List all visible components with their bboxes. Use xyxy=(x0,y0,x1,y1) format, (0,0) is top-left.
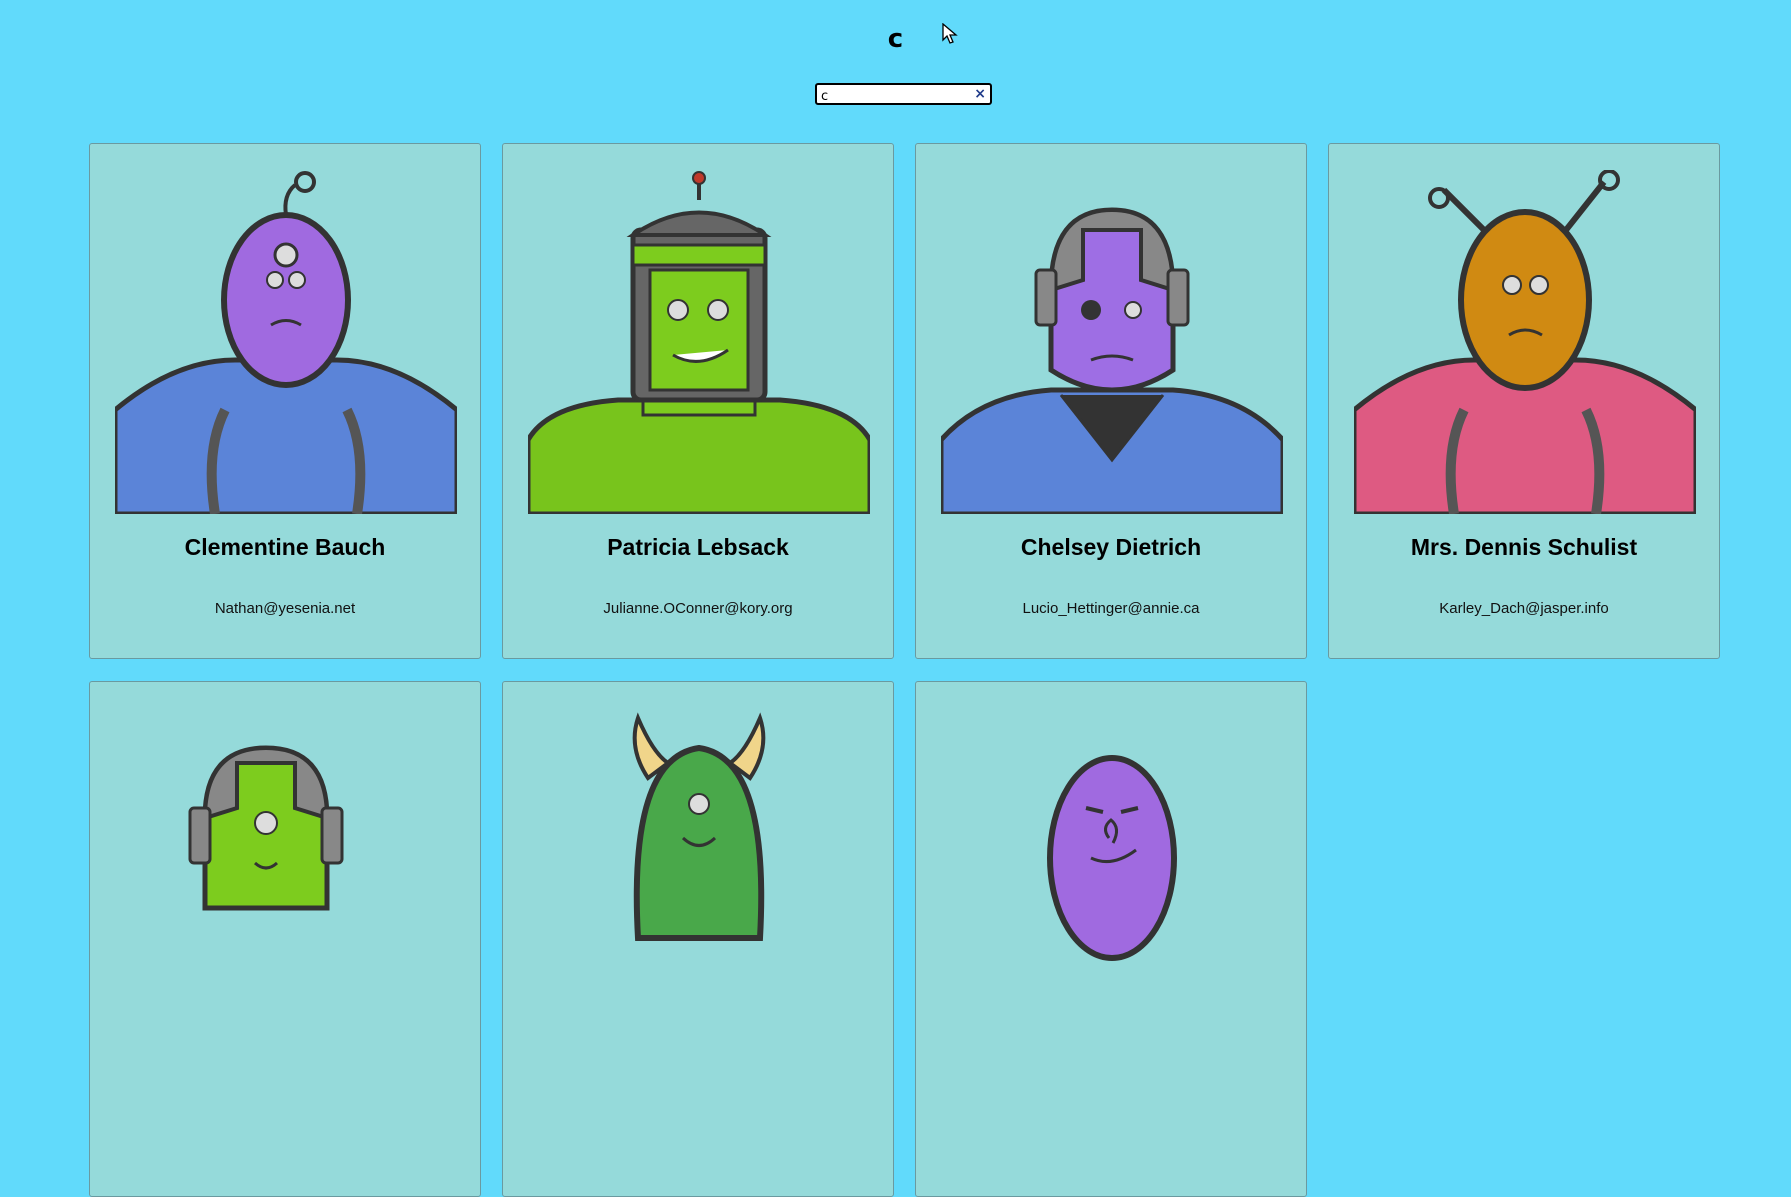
robot-card[interactable] xyxy=(502,681,894,1197)
robot-avatar-image xyxy=(941,708,1283,1052)
card-name: Patricia Lebsack xyxy=(607,534,789,560)
robot-card[interactable]: Patricia Lebsack Julianne.OConner@kory.o… xyxy=(502,143,894,659)
card-email: Lucio_Hettinger@annie.ca xyxy=(1022,600,1200,617)
card-name: Clementine Bauch xyxy=(184,534,386,560)
page-title: c xyxy=(887,24,904,54)
robot-card[interactable] xyxy=(915,681,1307,1197)
clear-search-icon[interactable]: × xyxy=(974,85,986,103)
card-email: Karley_Dach@jasper.info xyxy=(1439,600,1609,617)
robot-avatar-image xyxy=(528,170,870,514)
card-email: Nathan@yesenia.net xyxy=(214,600,356,617)
card-email: Julianne.OConner@kory.org xyxy=(603,600,793,617)
robot-avatar-image xyxy=(1354,170,1696,514)
robot-card[interactable]: Chelsey Dietrich Lucio_Hettinger@annie.c… xyxy=(915,143,1307,659)
robot-card[interactable]: Clementine Bauch Nathan@yesenia.net xyxy=(89,143,481,659)
mouse-cursor-icon xyxy=(942,23,958,44)
card-name: Mrs. Dennis Schulist xyxy=(1410,534,1638,560)
robot-avatar-image xyxy=(115,170,457,514)
robot-card[interactable]: Mrs. Dennis Schulist Karley_Dach@jasper.… xyxy=(1328,143,1720,659)
robot-avatar-image xyxy=(115,708,457,1052)
robot-avatar-image xyxy=(528,708,870,1052)
search-box[interactable]: × xyxy=(815,83,992,106)
card-name: Chelsey Dietrich xyxy=(1020,534,1202,560)
robot-card[interactable] xyxy=(89,681,481,1197)
search-input[interactable] xyxy=(817,87,975,106)
robot-avatar-image xyxy=(941,170,1283,514)
